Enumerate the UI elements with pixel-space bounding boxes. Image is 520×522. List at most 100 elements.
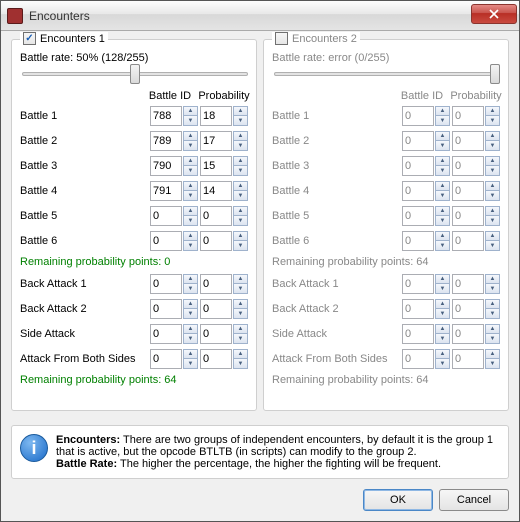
- g1-battle-3-prob-field[interactable]: [200, 181, 232, 201]
- group-g2: Encounters 2Battle rate: error (0/255)Ba…: [263, 39, 509, 411]
- g1-special-0-id-up[interactable]: ▲: [183, 274, 198, 284]
- g2-special-2-label: Side Attack: [272, 328, 402, 340]
- g2-battle-5-prob-down: ▼: [485, 241, 500, 251]
- group-g2-col-id: Battle ID: [396, 90, 448, 102]
- g2-battle-5-id-down: ▼: [435, 241, 450, 251]
- g1-battle-4-id-down[interactable]: ▼: [183, 216, 198, 226]
- g2-battle-4-row: Battle 5▲▼▲▼: [272, 206, 502, 226]
- g1-special-1-prob-up[interactable]: ▲: [233, 299, 248, 309]
- g1-battle-3-id-field[interactable]: [150, 181, 182, 201]
- g1-battle-0-id-down[interactable]: ▼: [183, 116, 198, 126]
- g1-battle-0-row: Battle 1▲▼▲▼: [20, 106, 250, 126]
- g1-special-3-id-up[interactable]: ▲: [183, 349, 198, 359]
- g1-special-3-id-down[interactable]: ▼: [183, 359, 198, 369]
- g1-battle-0-prob-down[interactable]: ▼: [233, 116, 248, 126]
- group-g1-slider[interactable]: [22, 72, 248, 76]
- g1-battle-1-prob-field[interactable]: [200, 131, 232, 151]
- g1-battle-2-prob-down[interactable]: ▼: [233, 166, 248, 176]
- group-g1-slider-thumb[interactable]: [130, 64, 140, 84]
- g1-battle-3-id-down[interactable]: ▼: [183, 191, 198, 201]
- g1-special-2-id-down[interactable]: ▼: [183, 334, 198, 344]
- g1-battle-2-id-down[interactable]: ▼: [183, 166, 198, 176]
- g1-battle-4-id-up[interactable]: ▲: [183, 206, 198, 216]
- g2-battle-5-id-field: [402, 231, 434, 251]
- group-g2-rate: Battle rate: error (0/255): [272, 52, 502, 64]
- g1-battle-1-prob-down[interactable]: ▼: [233, 141, 248, 151]
- group-g2-remaining-battles: Remaining probability points: 64: [272, 256, 502, 268]
- ok-button[interactable]: OK: [363, 489, 433, 511]
- g2-battle-3-id-up: ▲: [435, 181, 450, 191]
- g1-battle-3-prob-down[interactable]: ▼: [233, 191, 248, 201]
- g1-battle-2-prob-up[interactable]: ▲: [233, 156, 248, 166]
- g1-battle-5-prob-field[interactable]: [200, 231, 232, 251]
- window-title: Encounters: [29, 9, 471, 23]
- g2-battle-3-label: Battle 4: [272, 185, 402, 197]
- g1-battle-5-id-down[interactable]: ▼: [183, 241, 198, 251]
- g1-battle-1-id-down[interactable]: ▼: [183, 141, 198, 151]
- g1-special-0-prob-down[interactable]: ▼: [233, 284, 248, 294]
- g1-special-2-row: Side Attack▲▼▲▼: [20, 324, 250, 344]
- g1-battle-1-id-field[interactable]: [150, 131, 182, 151]
- g1-battle-2-prob-field[interactable]: [200, 156, 232, 176]
- g1-special-1-id-down[interactable]: ▼: [183, 309, 198, 319]
- g2-battle-0-prob-field: [452, 106, 484, 126]
- group-g2-checkbox[interactable]: [275, 32, 288, 45]
- g2-battle-4-prob-down: ▼: [485, 216, 500, 226]
- g1-battle-5-id-field[interactable]: [150, 231, 182, 251]
- g1-battle-0-id-field[interactable]: [150, 106, 182, 126]
- g1-special-3-prob-up[interactable]: ▲: [233, 349, 248, 359]
- g1-battle-4-prob-down[interactable]: ▼: [233, 216, 248, 226]
- group-g2-slider: [274, 72, 500, 76]
- g1-battle-1-prob-up[interactable]: ▲: [233, 131, 248, 141]
- g2-battle-5-label: Battle 6: [272, 235, 402, 247]
- g1-special-2-id-up[interactable]: ▲: [183, 324, 198, 334]
- g2-battle-2-prob-down: ▼: [485, 166, 500, 176]
- g2-special-1-prob-field: [452, 299, 484, 319]
- titlebar[interactable]: Encounters: [1, 1, 519, 31]
- group-g1-checkbox[interactable]: [23, 32, 36, 45]
- g1-battle-4-prob-up[interactable]: ▲: [233, 206, 248, 216]
- g1-special-2-prob-up[interactable]: ▲: [233, 324, 248, 334]
- close-button[interactable]: [471, 4, 517, 24]
- g1-special-1-id-up[interactable]: ▲: [183, 299, 198, 309]
- info-text: Encounters: There are two groups of inde…: [56, 434, 500, 470]
- g1-battle-3-label: Battle 4: [20, 185, 150, 197]
- g1-battle-4-prob-field[interactable]: [200, 206, 232, 226]
- g1-battle-2-id-up[interactable]: ▲: [183, 156, 198, 166]
- g2-battle-1-label: Battle 2: [272, 135, 402, 147]
- g1-special-1-id-field[interactable]: [150, 299, 182, 319]
- g1-battle-0-prob-field[interactable]: [200, 106, 232, 126]
- g1-special-2-id-field[interactable]: [150, 324, 182, 344]
- g1-special-3-row: Attack From Both Sides▲▼▲▼: [20, 349, 250, 369]
- g1-special-0-prob-field[interactable]: [200, 274, 232, 294]
- g1-battle-0-id-up[interactable]: ▲: [183, 106, 198, 116]
- g1-special-0-prob-up[interactable]: ▲: [233, 274, 248, 284]
- g2-battle-0-id-field: [402, 106, 434, 126]
- g1-battle-3-id-up[interactable]: ▲: [183, 181, 198, 191]
- g2-battle-2-prob-up: ▲: [485, 156, 500, 166]
- g1-battle-2-id-field[interactable]: [150, 156, 182, 176]
- g1-battle-3-row: Battle 4▲▼▲▼: [20, 181, 250, 201]
- g1-special-2-label: Side Attack: [20, 328, 150, 340]
- g1-battle-0-prob-up[interactable]: ▲: [233, 106, 248, 116]
- g2-battle-1-prob-field: [452, 131, 484, 151]
- g1-special-2-prob-field[interactable]: [200, 324, 232, 344]
- g2-battle-2-row: Battle 3▲▼▲▼: [272, 156, 502, 176]
- g1-special-0-id-field[interactable]: [150, 274, 182, 294]
- g1-battle-5-prob-down[interactable]: ▼: [233, 241, 248, 251]
- cancel-button[interactable]: Cancel: [439, 489, 509, 511]
- g1-special-1-prob-field[interactable]: [200, 299, 232, 319]
- g1-special-2-prob-down[interactable]: ▼: [233, 334, 248, 344]
- group-g2-label: Encounters 2: [292, 33, 357, 45]
- g1-battle-1-id-up[interactable]: ▲: [183, 131, 198, 141]
- g1-battle-3-prob-up[interactable]: ▲: [233, 181, 248, 191]
- g1-special-0-id-down[interactable]: ▼: [183, 284, 198, 294]
- g1-special-3-prob-down[interactable]: ▼: [233, 359, 248, 369]
- g1-battle-5-id-up[interactable]: ▲: [183, 231, 198, 241]
- g1-special-3-id-field[interactable]: [150, 349, 182, 369]
- g1-special-3-prob-field[interactable]: [200, 349, 232, 369]
- g2-battle-3-id-down: ▼: [435, 191, 450, 201]
- g1-battle-5-prob-up[interactable]: ▲: [233, 231, 248, 241]
- g1-battle-4-id-field[interactable]: [150, 206, 182, 226]
- g1-special-1-prob-down[interactable]: ▼: [233, 309, 248, 319]
